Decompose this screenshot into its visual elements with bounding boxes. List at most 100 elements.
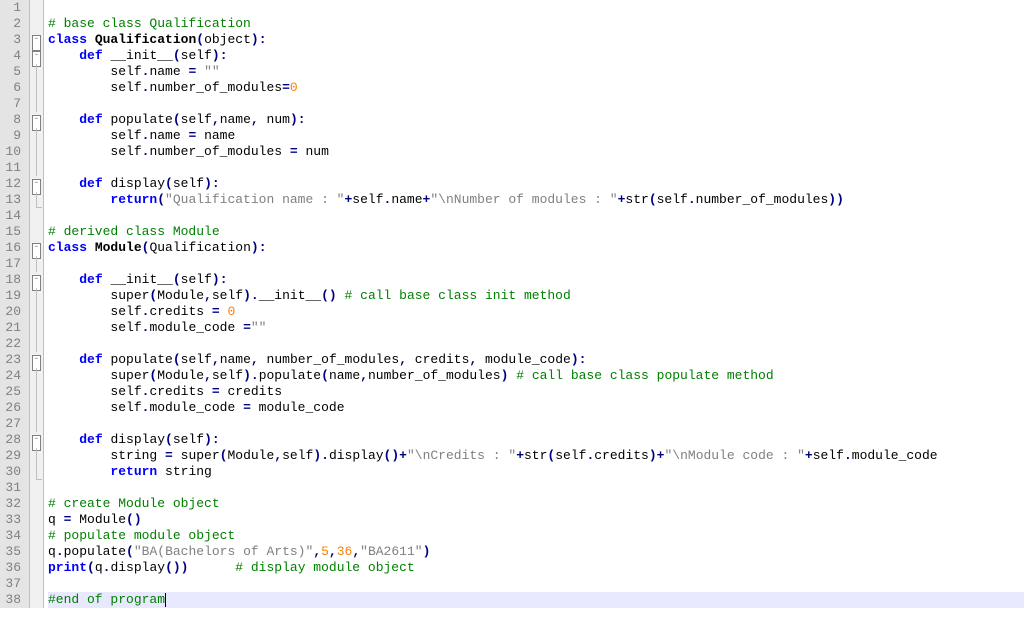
- token-id: name: [196, 128, 235, 143]
- code-line[interactable]: return("Qualification name : "+self.name…: [48, 192, 1024, 208]
- code-line[interactable]: def __init__(self):: [48, 272, 1024, 288]
- token-num: 36: [337, 544, 353, 559]
- line-number: 26: [4, 400, 21, 416]
- fold-cell[interactable]: -: [30, 32, 43, 48]
- code-line[interactable]: [48, 416, 1024, 432]
- code-line[interactable]: def display(self):: [48, 176, 1024, 192]
- token-op: (: [173, 272, 181, 287]
- code-line[interactable]: def populate(self,name, num):: [48, 112, 1024, 128]
- code-line[interactable]: q = Module(): [48, 512, 1024, 528]
- token-num: 0: [227, 304, 235, 319]
- code-line[interactable]: self.number_of_modules = num: [48, 144, 1024, 160]
- token-id: __init__: [259, 288, 321, 303]
- code-editor[interactable]: 1234567891011121314151617181920212223242…: [0, 0, 1024, 608]
- fold-cell: [30, 592, 43, 608]
- code-line[interactable]: super(Module,self).__init__() # call bas…: [48, 288, 1024, 304]
- token-id: Qualification: [149, 240, 250, 255]
- code-line[interactable]: [48, 336, 1024, 352]
- fold-cell: [30, 400, 43, 416]
- line-number: 32: [4, 496, 21, 512]
- fold-cell: [30, 144, 43, 160]
- fold-cell: [30, 160, 43, 176]
- token-op: .: [688, 192, 696, 207]
- token-fn: display: [110, 432, 165, 447]
- code-line[interactable]: [48, 208, 1024, 224]
- token-id: super: [48, 288, 149, 303]
- token-num: 0: [290, 80, 298, 95]
- fold-cell[interactable]: -: [30, 112, 43, 128]
- code-line[interactable]: #end of program: [48, 592, 1024, 608]
- fold-cell: [30, 512, 43, 528]
- fold-cell[interactable]: -: [30, 240, 43, 256]
- token-op: ,: [204, 368, 212, 383]
- code-line[interactable]: [48, 96, 1024, 112]
- code-line[interactable]: self.credits = 0: [48, 304, 1024, 320]
- fold-cell[interactable]: -: [30, 48, 43, 64]
- code-line[interactable]: # base class Qualification: [48, 16, 1024, 32]
- line-number: 1: [4, 0, 21, 16]
- code-line[interactable]: string = super(Module,self).display()+"\…: [48, 448, 1024, 464]
- fold-column[interactable]: --------: [30, 0, 44, 608]
- token-id: self: [212, 368, 243, 383]
- line-number: 10: [4, 144, 21, 160]
- code-line[interactable]: return string: [48, 464, 1024, 480]
- fold-cell: [30, 336, 43, 352]
- token-str: "BA(Bachelors of Arts)": [134, 544, 313, 559]
- token-op: ,: [204, 288, 212, 303]
- token-id: self: [212, 288, 243, 303]
- code-line[interactable]: self.number_of_modules=0: [48, 80, 1024, 96]
- code-line[interactable]: self.credits = credits: [48, 384, 1024, 400]
- token-op: ,: [329, 544, 337, 559]
- fold-cell: [30, 416, 43, 432]
- code-line[interactable]: self.name = "": [48, 64, 1024, 80]
- fold-cell: [30, 560, 43, 576]
- token-op: +: [516, 448, 524, 463]
- line-number: 33: [4, 512, 21, 528]
- fold-cell[interactable]: -: [30, 352, 43, 368]
- code-area[interactable]: # base class Qualificationclass Qualific…: [44, 0, 1024, 608]
- code-line[interactable]: def display(self):: [48, 432, 1024, 448]
- code-line[interactable]: [48, 256, 1024, 272]
- token-op: =: [243, 400, 251, 415]
- token-op: ()): [165, 560, 188, 575]
- fold-cell[interactable]: -: [30, 176, 43, 192]
- token-id: module_code: [149, 320, 243, 335]
- fold-cell[interactable]: -: [30, 432, 43, 448]
- code-line[interactable]: class Module(Qualification):: [48, 240, 1024, 256]
- fold-cell: [30, 288, 43, 304]
- token-id: number_of_modules: [149, 144, 289, 159]
- token-kw: def: [79, 48, 102, 63]
- token-op: (: [173, 48, 181, 63]
- code-line[interactable]: [48, 160, 1024, 176]
- code-line[interactable]: def __init__(self):: [48, 48, 1024, 64]
- token-id: name: [329, 368, 360, 383]
- token-op: ,: [251, 112, 259, 127]
- token-op: ): [313, 448, 321, 463]
- code-line[interactable]: super(Module,self).populate(name,number_…: [48, 368, 1024, 384]
- code-line[interactable]: # populate module object: [48, 528, 1024, 544]
- token-kw: print: [48, 560, 87, 575]
- code-line[interactable]: print(q.display()) # display module obje…: [48, 560, 1024, 576]
- fold-cell[interactable]: -: [30, 272, 43, 288]
- code-line[interactable]: # create Module object: [48, 496, 1024, 512]
- code-line[interactable]: self.module_code ="": [48, 320, 1024, 336]
- code-line[interactable]: q.populate("BA(Bachelors of Arts)",5,36,…: [48, 544, 1024, 560]
- code-line[interactable]: [48, 480, 1024, 496]
- token-op: (: [321, 368, 329, 383]
- token-kw: return: [110, 192, 157, 207]
- code-line[interactable]: [48, 576, 1024, 592]
- code-line[interactable]: class Qualification(object):: [48, 32, 1024, 48]
- code-line[interactable]: # derived class Module: [48, 224, 1024, 240]
- fold-cell: [30, 368, 43, 384]
- fold-cell: [30, 496, 43, 512]
- token-op: :: [259, 240, 267, 255]
- token-id: string: [48, 448, 165, 463]
- token-id: self: [813, 448, 844, 463]
- line-number: 12: [4, 176, 21, 192]
- line-number: 17: [4, 256, 21, 272]
- code-line[interactable]: self.name = name: [48, 128, 1024, 144]
- code-line[interactable]: [48, 0, 1024, 16]
- code-line[interactable]: self.module_code = module_code: [48, 400, 1024, 416]
- token-op: .: [844, 448, 852, 463]
- code-line[interactable]: def populate(self,name, number_of_module…: [48, 352, 1024, 368]
